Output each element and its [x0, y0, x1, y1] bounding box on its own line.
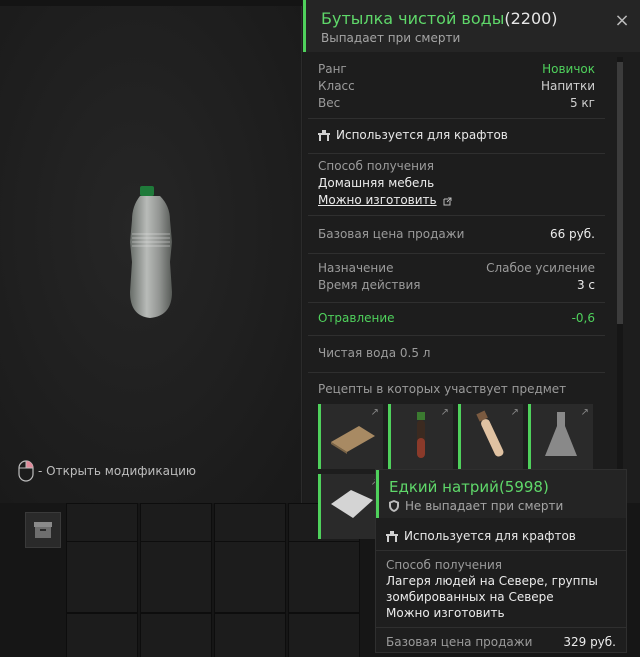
- stat-row-rank: Ранг Новичок: [318, 61, 595, 78]
- stat-label: Ранг: [318, 62, 347, 76]
- purpose-value: Слабое усиление: [486, 261, 595, 275]
- item-description: Чистая вода 0.5 л: [318, 346, 431, 360]
- recipe-slot[interactable]: ↗: [528, 404, 593, 469]
- recipe-slot[interactable]: ↗: [318, 404, 383, 469]
- crafting-label: Используется для крафтов: [336, 128, 508, 142]
- duration-row: Время действия 3 с: [318, 277, 595, 294]
- obtain-source: Домашняя мебель: [318, 176, 435, 190]
- close-icon[interactable]: ×: [614, 12, 630, 30]
- preview-top-bar: [0, 0, 302, 6]
- effect-row: Отравление -0,6: [318, 310, 595, 327]
- craft-link-row[interactable]: Можно изготовить: [318, 192, 595, 209]
- stat-label: Вес: [318, 96, 341, 110]
- tooltip-drop-status: Не выпадает при смерти: [389, 499, 563, 513]
- purpose-section: Назначение Слабое усиление Время действи…: [308, 254, 605, 303]
- external-link-icon[interactable]: ↗: [441, 407, 449, 418]
- tooltip-obtain-label: Способ получения: [386, 558, 503, 572]
- item-info-panel: Бутылка чистой воды(2200) Выпадает при с…: [303, 0, 640, 539]
- stat-value: Напитки: [540, 79, 595, 93]
- stash-box-icon[interactable]: [25, 512, 61, 548]
- tooltip-price-value: 329 руб.: [563, 635, 616, 649]
- tooltip-crafting-usage: Используется для крафтов: [386, 526, 616, 546]
- tooltip-crafting-section: Используется для крафтов: [376, 522, 626, 551]
- recipe-slot[interactable]: ↗: [458, 404, 523, 469]
- tooltip-obtain-section: Способ получения Лагеря людей на Севере,…: [376, 551, 626, 628]
- item-header: Бутылка чистой воды(2200) Выпадает при с…: [303, 0, 640, 52]
- external-link-icon[interactable]: ↗: [371, 407, 379, 418]
- inventory-cell[interactable]: [214, 613, 286, 657]
- stat-row-weight: Вес 5 кг: [318, 95, 595, 112]
- craft-link[interactable]: Можно изготовить: [318, 192, 437, 209]
- external-link-icon[interactable]: ↗: [581, 407, 589, 418]
- tooltip-obtain-line: Можно изготовить: [386, 606, 505, 620]
- obtain-label: Способ получения: [318, 159, 435, 173]
- inventory-cell[interactable]: [288, 541, 360, 613]
- inventory-cell[interactable]: [140, 541, 212, 613]
- workbench-icon: [386, 530, 398, 542]
- hint-label: - Открыть модификацию: [38, 464, 197, 478]
- effect-label: Отравление: [318, 311, 395, 325]
- tooltip-obtain-line: зомбированных на Севере: [386, 590, 554, 604]
- tooltip-price-row: Базовая цена продажи 329 руб.: [386, 634, 616, 651]
- duration-label: Время действия: [318, 278, 421, 292]
- inventory-cell[interactable]: [214, 541, 286, 613]
- tooltip-crafting-label: Используется для крафтов: [404, 529, 576, 543]
- description-section: Чистая вода 0.5 л: [308, 336, 605, 373]
- stat-label: Класс: [318, 79, 355, 93]
- obtain-section: Способ получения Домашняя мебель Можно и…: [308, 154, 605, 216]
- scrollbar-thumb[interactable]: [617, 62, 623, 324]
- price-label: Базовая цена продажи: [318, 227, 465, 241]
- tooltip-item-name: Едкий натрий: [389, 478, 499, 496]
- price-row: Базовая цена продажи 66 руб.: [318, 226, 595, 243]
- inventory-cell[interactable]: [66, 613, 138, 657]
- inventory-cell[interactable]: [66, 541, 138, 613]
- item-drop-status: Выпадает при смерти: [321, 31, 461, 45]
- crafting-section: Используется для крафтов: [308, 119, 605, 154]
- tooltip-title: Едкий натрий(5998): [389, 478, 549, 496]
- price-section: Базовая цена продажи 66 руб.: [308, 216, 605, 254]
- stats-section: Ранг Новичок Класс Напитки Вес 5 кг: [308, 57, 605, 119]
- open-modification-hint: - Открыть модификацию: [18, 460, 196, 482]
- recipes-label: Рецепты в которых участвует предмет: [318, 382, 567, 396]
- recipe-slot[interactable]: ↗: [388, 404, 453, 469]
- crafting-usage: Используется для крафтов: [318, 123, 595, 147]
- item-title: Бутылка чистой воды(2200): [321, 9, 558, 28]
- water-bottle-image: [130, 186, 172, 318]
- stat-row-class: Класс Напитки: [318, 78, 595, 95]
- workbench-icon: [318, 129, 330, 141]
- tooltip-price-section: Базовая цена продажи 329 руб.: [376, 628, 626, 657]
- tooltip-body: Используется для крафтов Способ получени…: [376, 522, 626, 657]
- inventory-cell[interactable]: [140, 613, 212, 657]
- external-link-icon[interactable]: ↗: [511, 407, 519, 418]
- purpose-label: Назначение: [318, 261, 394, 275]
- duration-value: 3 с: [576, 278, 595, 292]
- effect-value: -0,6: [571, 311, 595, 325]
- stat-value: 5 кг: [569, 96, 595, 110]
- external-link-icon[interactable]: [443, 197, 452, 206]
- purpose-row: Назначение Слабое усиление: [318, 260, 595, 277]
- ingredient-tooltip: Едкий натрий(5998) Не выпадает при смерт…: [375, 469, 627, 653]
- shield-icon: [389, 500, 399, 512]
- recipe-slot[interactable]: ↗: [318, 474, 383, 539]
- tooltip-drop-label: Не выпадает при смерти: [405, 499, 564, 513]
- mouse-icon: [18, 460, 34, 482]
- tooltip-price-label: Базовая цена продажи: [386, 635, 533, 649]
- tooltip-header: Едкий натрий(5998) Не выпадает при смерт…: [376, 470, 626, 518]
- item-preview: - Открыть модификацию: [0, 0, 302, 503]
- tooltip-item-id: (5998): [498, 478, 549, 496]
- tooltip-obtain-line: Лагеря людей на Севере, группы: [386, 574, 598, 588]
- screen: - Открыть модификацию Бутылка чистой вод…: [0, 0, 640, 657]
- price-value: 66 руб.: [549, 227, 595, 241]
- inventory-cell[interactable]: [288, 613, 360, 657]
- item-name: Бутылка чистой воды: [321, 9, 505, 28]
- item-id: (2200): [504, 9, 558, 28]
- effect-section: Отравление -0,6: [308, 303, 605, 336]
- stat-value: Новичок: [542, 62, 595, 76]
